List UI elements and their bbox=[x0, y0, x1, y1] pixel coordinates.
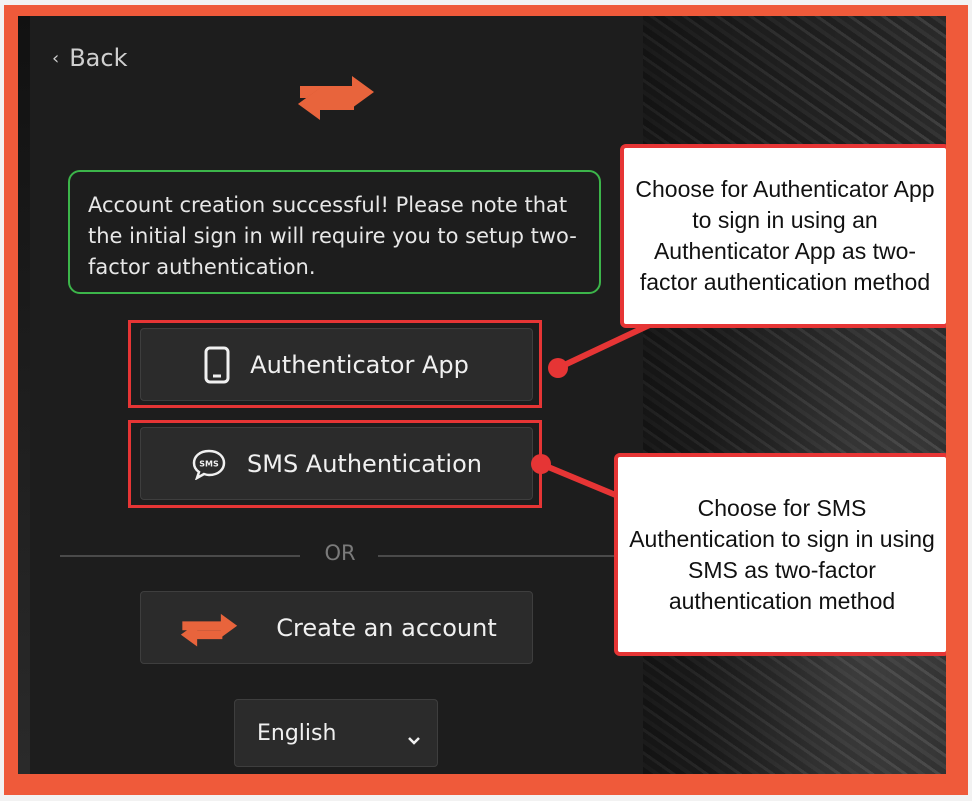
login-screen: ‹ Back Account creation successful! Pleas… bbox=[18, 16, 946, 774]
authenticator-callout: Choose for Authenticator App to sign in … bbox=[620, 144, 946, 328]
sms-callout: Choose for SMS Authentication to sign in… bbox=[614, 453, 946, 656]
authenticator-callout-text: Choose for Authenticator App to sign in … bbox=[635, 176, 935, 295]
callout-connectors bbox=[531, 318, 660, 499]
sms-callout-text: Choose for SMS Authentication to sign in… bbox=[629, 494, 935, 614]
